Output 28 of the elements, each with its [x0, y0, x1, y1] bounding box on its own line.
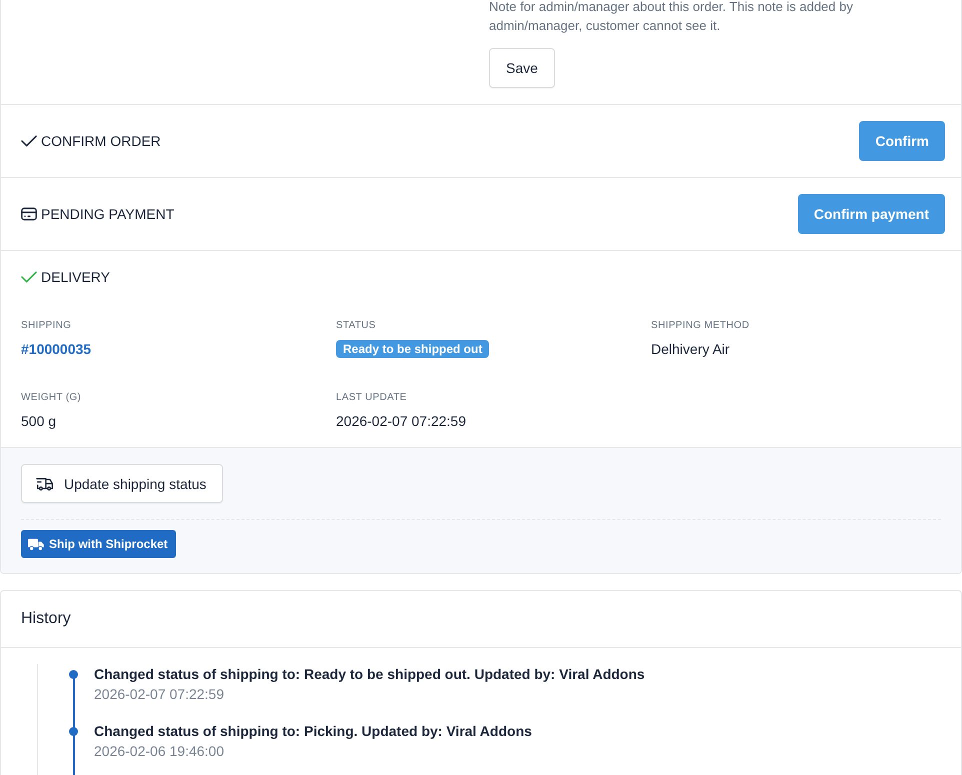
- confirm-button[interactable]: Confirm payment: [798, 194, 945, 234]
- field-label: SHIPPING METHOD: [651, 319, 750, 333]
- save-button[interactable]: Save: [489, 48, 555, 88]
- truck-icon: [36, 476, 54, 492]
- field-value: Delhivery Air: [651, 340, 730, 359]
- status-badge: Ready to be shipped out: [336, 340, 490, 358]
- field-label: STATUS: [336, 319, 376, 333]
- shipping-link[interactable]: #10000035: [21, 339, 92, 359]
- field-label: SHIPPING: [21, 319, 72, 333]
- field-label: WEIGHT (G): [21, 391, 82, 405]
- card-title: History: [21, 609, 71, 629]
- step-title: PENDING PAYMENT: [41, 205, 174, 224]
- timeline-dot-icon: [69, 727, 78, 736]
- field-value: 500 g: [21, 412, 56, 431]
- note-text: Note for admin/manager about this order. This note is added by admin/manager, customer cannot see it.: [489, 0, 854, 35]
- history-entry-text: Changed status of shipping to: Picking. Updated by: Viral Addons: [94, 722, 532, 741]
- step-title: CONFIRM ORDER: [41, 132, 161, 151]
- truck-icon: [28, 538, 44, 550]
- history-entry-time: 2026-02-07 07:22:59: [94, 685, 224, 704]
- confirm-button[interactable]: Confirm: [859, 121, 945, 161]
- update-shipping-status-button[interactable]: Update shipping status: [21, 464, 224, 503]
- history-entry-text: Changed status of shipping to: Ready to be shipped out. Updated by: Viral Addons: [94, 665, 645, 684]
- field-label: LAST UPDATE: [336, 391, 407, 405]
- ship-with-shiprocket-button[interactable]: Ship with Shiprocket: [21, 530, 176, 558]
- history-entry-time: 2026-02-06 19:46:00: [94, 742, 224, 761]
- field-value: 2026-02-07 07:22:59: [336, 412, 466, 431]
- step-title: DELIVERY: [41, 268, 110, 287]
- timeline-dot-icon: [69, 670, 78, 679]
